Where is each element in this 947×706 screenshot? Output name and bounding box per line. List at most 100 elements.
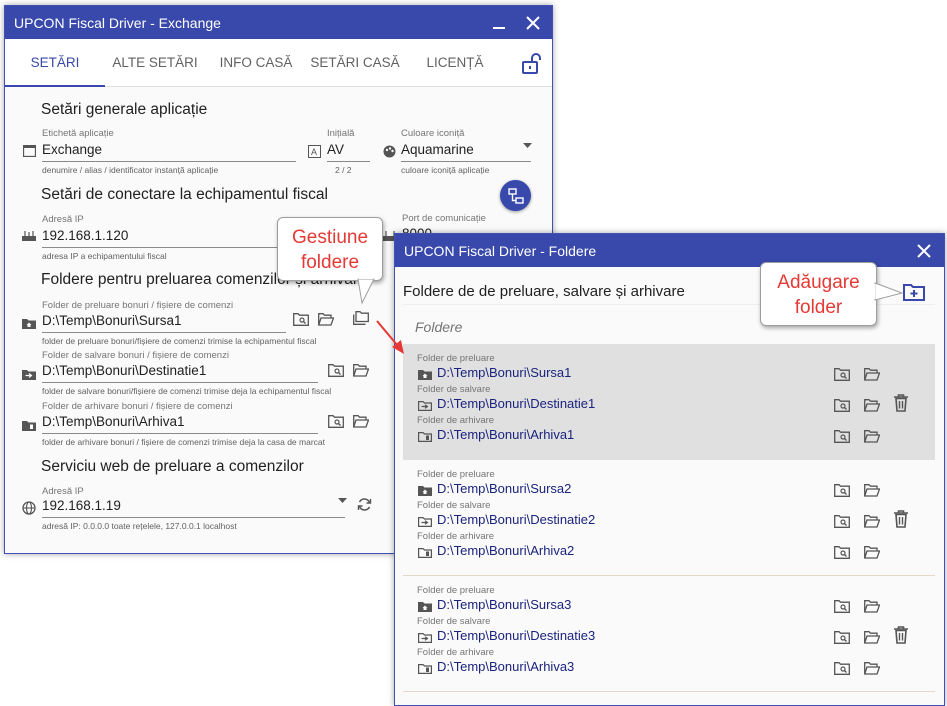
- icon-color-select[interactable]: Aquamarine: [401, 142, 474, 157]
- dropdown-arrow-icon[interactable]: [336, 495, 348, 505]
- intake-folder-path[interactable]: D:\Temp\Bonuri\Sursa1: [437, 365, 571, 380]
- folder-open-icon[interactable]: [863, 366, 881, 382]
- folder-search-icon[interactable]: [292, 310, 310, 328]
- folder-plus-icon[interactable]: [900, 280, 928, 304]
- main-title-bar: UPCON Fiscal Driver - Exchange: [5, 6, 552, 39]
- ip-input[interactable]: 192.168.1.120: [42, 228, 128, 243]
- archive-folder-label: Folder de arhivare: [417, 415, 495, 426]
- archive-folder-path[interactable]: D:\Temp\Bonuri\Arhiva2: [437, 543, 574, 558]
- folder-archive-icon: [417, 545, 433, 559]
- delete-icon[interactable]: [891, 509, 911, 529]
- folder-group[interactable]: Folder de preluare D:\Temp\Bonuri\Sursa2 F…: [403, 460, 935, 576]
- minimize-icon[interactable]: [483, 6, 515, 39]
- close-icon[interactable]: [517, 6, 549, 39]
- folder-search-icon[interactable]: [833, 513, 851, 529]
- folder-open-icon[interactable]: [863, 544, 881, 560]
- save-folder-label: Folder de salvare: [417, 384, 491, 395]
- folder-open-icon[interactable]: [317, 310, 335, 328]
- folder-search-icon[interactable]: [833, 397, 851, 413]
- folder-home-icon: [417, 367, 433, 381]
- archive-folder-label: Folder de arhivare: [417, 647, 495, 658]
- folder-open-icon[interactable]: [863, 660, 881, 676]
- app-label-input[interactable]: Exchange: [42, 142, 102, 157]
- folder-group[interactable]: Folder de preluare D:\Temp\Bonuri\Sursa3 F…: [403, 576, 935, 692]
- delete-icon[interactable]: [891, 625, 911, 645]
- initial-label: Inițială: [327, 128, 355, 139]
- tab-alte-setari[interactable]: ALTE SETĂRI: [105, 39, 205, 87]
- folder-open-icon[interactable]: [863, 428, 881, 444]
- intake-folder-hint: folder de preluare bonuri/fișiere de com…: [42, 336, 317, 346]
- folder-open-icon[interactable]: [352, 412, 370, 430]
- save-folder-path[interactable]: D:\Temp\Bonuri\Destinatie1: [437, 396, 595, 411]
- intake-folder-underline: [42, 332, 286, 333]
- close-icon[interactable]: [908, 234, 940, 267]
- window-icon: [21, 143, 37, 159]
- folder-home-icon: [417, 483, 433, 497]
- folder-archive-icon: [417, 661, 433, 675]
- tab-setari-casa[interactable]: SETĂRI CASĂ: [305, 39, 405, 87]
- folder-open-icon[interactable]: [863, 482, 881, 498]
- folder-search-icon[interactable]: [833, 482, 851, 498]
- folders-window-title: UPCON Fiscal Driver - Foldere: [404, 242, 597, 259]
- tab-info-casa[interactable]: INFO CASĂ: [208, 39, 304, 87]
- folder-open-icon[interactable]: [863, 397, 881, 413]
- save-folder-label: Folder de salvare: [417, 500, 491, 511]
- folder-open-icon[interactable]: [352, 361, 370, 379]
- save-folder-underline: [42, 382, 318, 383]
- folder-open-icon[interactable]: [863, 513, 881, 529]
- folder-search-icon[interactable]: [833, 544, 851, 560]
- folder-search-icon[interactable]: [833, 629, 851, 645]
- archive-folder-input[interactable]: D:\Temp\Bonuri\Arhiva1: [42, 414, 185, 429]
- icon-color-underline: [401, 161, 531, 162]
- archive-folder-label: Folder de arhivare bonuri / fișiere de c…: [42, 401, 233, 412]
- archive-folder-hint: folder de arhivare bonuri / fișiere de c…: [42, 437, 325, 447]
- ws-ip-input[interactable]: 192.168.1.19: [42, 498, 121, 513]
- ip-underline: [42, 247, 277, 248]
- folder-search-icon[interactable]: [833, 598, 851, 614]
- red-arrow: [376, 320, 404, 354]
- folder-group[interactable]: Folder de preluare D:\Temp\Bonuri\Sursa1 F…: [403, 344, 935, 460]
- palette-icon: [381, 143, 397, 159]
- ip-label: Adresă IP: [42, 214, 84, 225]
- app-label-label: Etichetă aplicație: [42, 128, 114, 139]
- archive-folder-path[interactable]: D:\Temp\Bonuri\Arhiva3: [437, 659, 574, 674]
- folder-open-icon[interactable]: [863, 598, 881, 614]
- ws-ip-label: Adresă IP: [42, 486, 84, 497]
- app-label-underline: [42, 161, 296, 162]
- folder-open-icon[interactable]: [863, 629, 881, 645]
- folder-in-icon: [417, 398, 433, 412]
- folder-search-icon[interactable]: [833, 366, 851, 382]
- folder-search-icon[interactable]: [327, 361, 345, 379]
- globe-icon: [21, 500, 37, 516]
- dropdown-arrow-icon[interactable]: [521, 140, 533, 150]
- folder-search-icon[interactable]: [327, 412, 345, 430]
- intake-folder-path[interactable]: D:\Temp\Bonuri\Sursa2: [437, 481, 571, 496]
- callout-pointer: [357, 278, 375, 305]
- archive-folder-underline: [42, 433, 318, 434]
- router-icon: [21, 228, 37, 244]
- folder-in-icon: [21, 366, 37, 382]
- save-folder-path[interactable]: D:\Temp\Bonuri\Destinatie3: [437, 628, 595, 643]
- tab-bar: SETĂRI ALTE SETĂRI INFO CASĂ SETĂRI CASĂ…: [5, 39, 552, 87]
- delete-icon[interactable]: [891, 393, 911, 413]
- network-icon[interactable]: [500, 180, 531, 211]
- intake-folder-label: Folder de preluare: [417, 585, 495, 596]
- add-folder-callout: Adăugare folder: [760, 262, 877, 326]
- folder-search-icon[interactable]: [833, 428, 851, 444]
- initial-input[interactable]: AV: [327, 142, 344, 157]
- intake-folder-path[interactable]: D:\Temp\Bonuri\Sursa3: [437, 597, 571, 612]
- save-folder-input[interactable]: D:\Temp\Bonuri\Destinatie1: [42, 363, 206, 378]
- refresh-icon[interactable]: [355, 495, 373, 513]
- intake-folder-input[interactable]: D:\Temp\Bonuri\Sursa1: [42, 313, 182, 328]
- lock-open-icon[interactable]: [519, 51, 543, 75]
- folder-home-icon: [21, 315, 37, 331]
- connection-settings-title: Setări de conectare la echipamentul fisc…: [41, 186, 328, 203]
- save-folder-path[interactable]: D:\Temp\Bonuri\Destinatie2: [437, 512, 595, 527]
- manage-folders-callout: Gestiune foldere: [277, 217, 383, 281]
- tab-licenta[interactable]: LICENȚĂ: [410, 39, 500, 87]
- folder-search-icon[interactable]: [833, 660, 851, 676]
- archive-folder-path[interactable]: D:\Temp\Bonuri\Arhiva1: [437, 427, 574, 442]
- intake-folder-label: Folder de preluare bonuri / fișiere de c…: [42, 300, 234, 311]
- tab-setari[interactable]: SETĂRI: [5, 39, 105, 87]
- folder-multiple-icon[interactable]: [351, 308, 371, 328]
